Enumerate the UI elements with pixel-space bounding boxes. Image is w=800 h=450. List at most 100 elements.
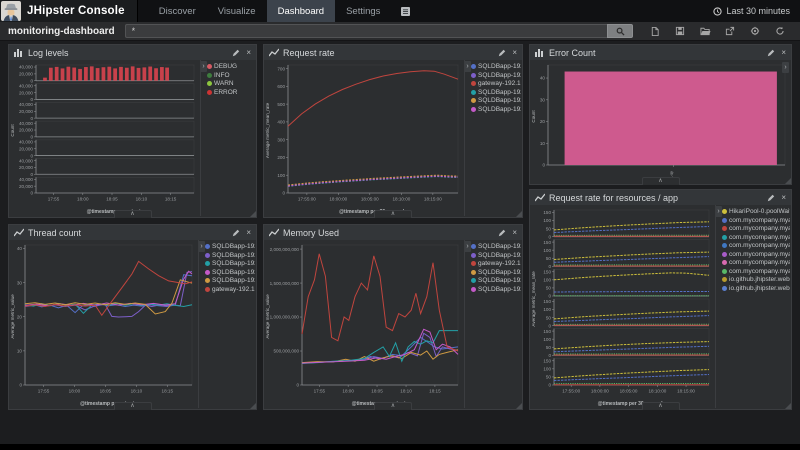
search-button[interactable] [607, 24, 633, 38]
legend-item[interactable]: SQLDBapp-192.168.4... [471, 286, 521, 294]
legend-item[interactable]: io.github.jhipster.web.r... [722, 285, 790, 293]
legend-item[interactable]: SQLDBapp-192.168.4... [205, 269, 255, 277]
legend-item[interactable]: com.mycompany.myap... [722, 234, 790, 242]
legend-item[interactable]: SQLDBapp-192.168.4... [471, 89, 521, 97]
legend-item[interactable]: SQLDBapp-192.168.4... [471, 243, 521, 251]
nav-menu-button[interactable] [391, 0, 420, 22]
resize-handle[interactable] [785, 178, 791, 184]
legend-color-dot [207, 73, 212, 78]
resize-handle[interactable] [785, 403, 791, 409]
legend-item[interactable]: SQLDBapp-192.168.4... [471, 277, 521, 285]
legend-item[interactable]: SQLDBapp-192.168.4... [471, 63, 521, 71]
save-dashboard-button[interactable] [674, 25, 686, 37]
legend-item[interactable]: DEBUG [207, 63, 255, 71]
legend-color-dot [722, 243, 727, 248]
chart-log-levels[interactable]: 020,00040,000020,00040,000020,00040,0000… [9, 60, 200, 216]
search-input[interactable] [125, 24, 607, 38]
legend-item[interactable]: SQLDBapp-192.168.4... [205, 243, 255, 251]
save-icon [675, 26, 685, 36]
legend-item[interactable]: gateway-192.168.43.8... [471, 260, 521, 268]
nav-item-visualize[interactable]: Visualize [207, 0, 267, 22]
nav-item-discover[interactable]: Discover [148, 0, 207, 22]
panel-header[interactable]: Request rate × [264, 45, 522, 60]
legend-collapse-icon[interactable]: › [464, 241, 471, 252]
legend-item[interactable]: com.mycompany.myap... [722, 251, 790, 259]
edit-icon[interactable] [767, 49, 775, 57]
chart-memory-used[interactable]: 0500,000,0001,000,000,0001,500,000,0002,… [264, 240, 464, 408]
legend-item[interactable]: SQLDBapp-192.168.4... [205, 277, 255, 285]
legend-collapse-icon[interactable]: › [200, 61, 207, 72]
refresh-button[interactable] [774, 25, 786, 37]
svg-text:200: 200 [277, 155, 285, 160]
legend-collapse-icon[interactable]: › [464, 61, 471, 72]
panel-header[interactable]: Thread count × [9, 225, 256, 240]
resize-handle[interactable] [250, 211, 256, 217]
new-dashboard-button[interactable] [649, 25, 661, 37]
share-dashboard-button[interactable] [724, 25, 736, 37]
legend-collapse-icon[interactable]: › [198, 241, 205, 252]
nav-item-settings[interactable]: Settings [335, 0, 391, 22]
chart-request-rate-resources[interactable]: 0501001500501001500501001500501001500501… [530, 205, 715, 408]
chart-request-rate[interactable]: 010020030040050060070017:55:0018:00:0018… [264, 60, 464, 216]
legend-item[interactable]: SQLDBapp-192.168.4... [471, 106, 521, 114]
edit-icon[interactable] [498, 49, 506, 57]
collapse-panel-icon[interactable]: ∧ [114, 402, 152, 410]
edit-icon[interactable] [232, 229, 240, 237]
legend-item[interactable]: WARN [207, 80, 255, 88]
panel-header[interactable]: Request rate for resources / app × [530, 190, 791, 205]
svg-text:40,000: 40,000 [19, 177, 33, 182]
legend-item[interactable]: com.mycompany.myap... [722, 217, 790, 225]
panel-header[interactable]: Log levels × [9, 45, 256, 60]
brand[interactable]: JHipster Console [0, 0, 138, 22]
legend-item[interactable]: com.mycompany.myap... [722, 242, 790, 250]
legend-item[interactable]: io.github.jhipster.web.r... [722, 276, 790, 284]
panel-memory-used: Memory Used × 0500,000,0001,000,000,0001… [263, 224, 523, 410]
close-icon[interactable]: × [512, 49, 517, 57]
edit-icon[interactable] [498, 229, 506, 237]
legend-item[interactable]: com.mycompany.myap... [722, 225, 790, 233]
legend-item[interactable]: gateway-192.168.43.8... [205, 286, 255, 294]
panel-header[interactable]: Memory Used × [264, 225, 522, 240]
edit-icon[interactable] [767, 194, 775, 202]
resize-handle[interactable] [516, 403, 522, 409]
edit-icon[interactable] [232, 49, 240, 57]
options-button[interactable] [749, 25, 761, 37]
time-range-picker[interactable]: Last 30 minutes [703, 0, 800, 22]
legend-item[interactable]: INFO [207, 72, 255, 80]
legend-color-dot [722, 260, 727, 265]
legend-collapse-icon[interactable]: › [782, 62, 789, 73]
svg-text:20,000: 20,000 [19, 109, 33, 114]
close-icon[interactable]: × [781, 49, 786, 57]
chart-error-count[interactable]: 010203040_allCount [530, 60, 791, 183]
legend-item[interactable]: SQLDBapp-192.168.4... [471, 97, 521, 105]
resize-handle[interactable] [516, 211, 522, 217]
close-icon[interactable]: × [781, 194, 786, 202]
collapse-panel-icon[interactable]: ∧ [642, 402, 680, 410]
legend-item[interactable]: ERROR [207, 89, 255, 97]
collapse-panel-icon[interactable]: ∧ [642, 177, 680, 185]
main-nav: Discover Visualize Dashboard Settings [148, 0, 421, 22]
close-icon[interactable]: × [512, 229, 517, 237]
legend-item[interactable]: HikariPool-0.poolWait [722, 208, 790, 216]
chart-thread-count[interactable]: 01020304017:5518:0018:0518:1018:15@times… [9, 240, 198, 408]
nav-item-dashboard[interactable]: Dashboard [267, 0, 335, 22]
legend-collapse-icon[interactable]: › [715, 206, 722, 217]
panel-header[interactable]: Error Count × [530, 45, 791, 60]
resize-handle[interactable] [250, 403, 256, 409]
bar-chart-icon [535, 48, 545, 57]
close-icon[interactable]: × [246, 229, 251, 237]
legend-item[interactable]: SQLDBapp-192.168.4... [471, 252, 521, 260]
collapse-panel-icon[interactable]: ∧ [114, 210, 152, 218]
legend-item[interactable]: com.mycompany.myap... [722, 259, 790, 267]
legend-item[interactable]: SQLDBapp-192.168.4... [205, 260, 255, 268]
open-dashboard-button[interactable] [699, 25, 711, 37]
collapse-panel-icon[interactable]: ∧ [374, 402, 412, 410]
legend-item[interactable]: gateway-192.168.43.8... [471, 80, 521, 88]
close-icon[interactable]: × [246, 49, 251, 57]
legend-item[interactable]: SQLDBapp-192.168.4... [471, 269, 521, 277]
legend-item[interactable]: SQLDBapp-192.168.4... [471, 72, 521, 80]
collapse-panel-icon[interactable]: ∧ [374, 210, 412, 218]
legend-item[interactable]: SQLDBapp-192.168.4... [205, 252, 255, 260]
legend-item[interactable]: com.mycompany.myap... [722, 268, 790, 276]
gear-icon [750, 26, 760, 36]
